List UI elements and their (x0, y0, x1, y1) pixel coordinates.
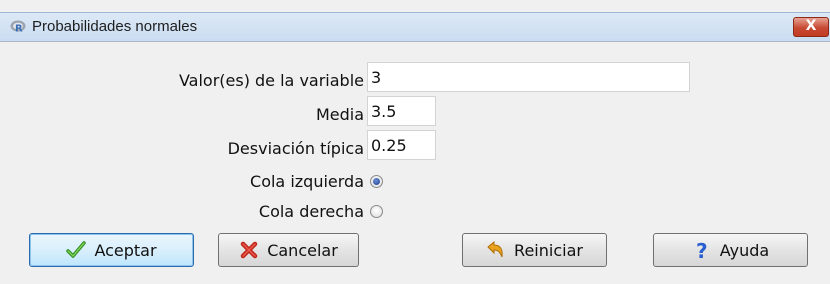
sd-input[interactable]: 0.25 (367, 130, 436, 160)
svg-text:R: R (15, 24, 23, 34)
reset-button[interactable]: Reiniciar (462, 233, 607, 267)
undo-arrow-icon (487, 240, 503, 258)
reset-label: Reiniciar (514, 240, 583, 260)
dialog-window: R Probabilidades normales X Valor(es) de… (0, 0, 830, 284)
right-tail-radio[interactable] (370, 205, 383, 218)
window-title: Probabilidades normales (32, 18, 198, 35)
accept-button[interactable]: Aceptar (29, 233, 194, 267)
title-bar[interactable]: R Probabilidades normales X (0, 12, 830, 42)
question-mark-icon: ? (696, 240, 708, 260)
right-tail-label: Cola derecha (258, 202, 364, 221)
left-tail-label: Cola izquierda (250, 172, 364, 191)
r-logo-icon: R (10, 20, 26, 33)
help-button[interactable]: ? Ayuda (653, 233, 808, 267)
svg-text:?: ? (696, 240, 708, 260)
help-label: Ayuda (719, 240, 770, 260)
cancel-button[interactable]: Cancelar (218, 233, 359, 267)
sd-label: Desviación típica (227, 139, 364, 158)
variable-input[interactable]: 3 (367, 62, 690, 92)
close-button[interactable]: X (793, 17, 829, 37)
mean-input[interactable]: 3.5 (367, 96, 436, 126)
cancel-label: Cancelar (267, 240, 338, 260)
left-tail-radio[interactable] (370, 175, 383, 188)
accept-label: Aceptar (94, 240, 157, 260)
radio-selected-dot (373, 178, 380, 185)
close-icon: X (805, 18, 817, 34)
mean-label: Media (315, 105, 364, 124)
variable-label: Valor(es) de la variable (178, 71, 364, 90)
x-cross-icon (240, 241, 258, 259)
checkmark-icon (66, 241, 87, 258)
